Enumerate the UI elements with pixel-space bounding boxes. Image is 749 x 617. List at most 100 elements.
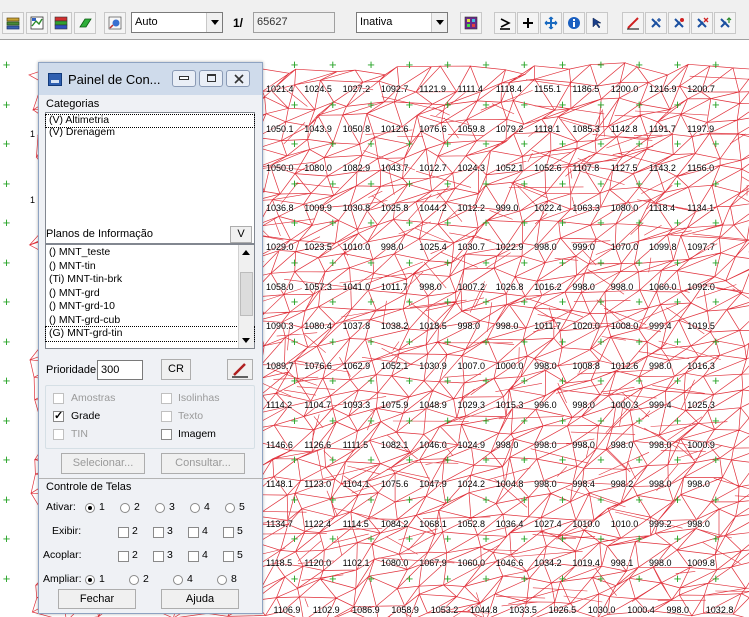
query-tool-button[interactable] — [104, 12, 126, 34]
elevation-label: 1047.9 — [419, 479, 447, 489]
categoria-item[interactable]: (V) Drenagem — [46, 126, 254, 139]
acoplar-checkbox-3[interactable] — [153, 551, 164, 562]
elevation-label: 1123.0 — [304, 479, 332, 489]
plano-item[interactable]: () MNT-grd-10 — [46, 300, 254, 314]
exibir-checkbox-2[interactable] — [118, 527, 129, 538]
ativar-radio-5[interactable] — [225, 503, 235, 513]
move-down-button[interactable] — [494, 12, 516, 34]
color-bar-button[interactable] — [50, 12, 72, 34]
ativar-radio-1[interactable] — [85, 503, 95, 513]
elevation-label: 1030.8 — [342, 202, 371, 213]
amostras-checkbox[interactable] — [53, 393, 64, 404]
delete-point-button[interactable] — [691, 12, 713, 34]
grade-checkbox[interactable] — [53, 409, 64, 422]
visibility-toggle-button[interactable]: V — [230, 226, 252, 243]
draw-line-button[interactable] — [622, 12, 644, 34]
ampliar-radio-8[interactable] — [217, 575, 227, 585]
maximize-button[interactable] — [199, 70, 223, 87]
grid-point: + — [290, 531, 299, 546]
exibir-checkbox-3[interactable] — [153, 527, 164, 538]
ampliar-radio-1[interactable] — [85, 575, 95, 585]
grid-point: + — [520, 570, 529, 586]
scroll-thumb[interactable] — [240, 272, 253, 316]
extra-tool-button[interactable] — [714, 12, 736, 34]
scroll-up-icon[interactable] — [239, 245, 254, 260]
texto-checkbox[interactable] — [161, 411, 172, 422]
grid-point: + — [520, 531, 529, 546]
elevation-label: 998.0 — [534, 439, 557, 450]
cursor-button[interactable] — [586, 12, 608, 34]
imagem-checkbox[interactable] — [161, 429, 172, 440]
add-point-button[interactable] — [645, 12, 667, 34]
ampliar-radio-4[interactable] — [173, 575, 183, 585]
grid-point: + — [712, 491, 720, 507]
selecionar-button[interactable]: Selecionar... — [61, 453, 145, 474]
cr-button[interactable]: CR — [161, 359, 191, 380]
map-view-button[interactable] — [26, 12, 48, 34]
exibir-checkbox-5[interactable] — [223, 527, 234, 538]
info-button[interactable] — [563, 12, 585, 34]
palette-button[interactable] — [460, 12, 482, 34]
tin-checkbox[interactable] — [53, 429, 64, 440]
pan-button[interactable] — [540, 12, 562, 34]
grid-point: + — [520, 491, 529, 507]
acoplar-checkbox-4[interactable] — [188, 551, 199, 562]
scale-field[interactable]: 65627 — [253, 12, 335, 33]
plano-item[interactable]: () MNT-grd — [46, 287, 254, 301]
ampliar-radio-label: 8 — [231, 573, 237, 585]
grid-point: + — [635, 254, 643, 270]
plano-item[interactable]: (Ti) MNT-tin-brk — [46, 273, 254, 287]
minimize-button[interactable] — [172, 70, 196, 87]
plano-item[interactable]: (G) MNT-grd-tin — [45, 326, 255, 342]
close-button[interactable] — [226, 70, 250, 87]
grid-point: + — [290, 373, 299, 388]
elevation-label: 1104.7 — [304, 400, 332, 410]
isolinhas-checkbox[interactable] — [161, 393, 172, 404]
texto-label: Texto — [178, 410, 204, 422]
grid-point: + — [2, 373, 11, 388]
categorias-list[interactable]: (V) Altimetria (V) Drenagem — [45, 112, 255, 244]
prioridade-input[interactable]: 300 — [97, 360, 143, 380]
planos-list[interactable]: () MNT_teste() MNT-tin (Ti) MNT-tin-brk()… — [45, 244, 255, 349]
eraser-button[interactable] — [74, 12, 96, 34]
grid-point: + — [597, 136, 605, 151]
ativar-radio-3[interactable] — [155, 503, 165, 513]
elevation-label: 1089.7 — [266, 360, 294, 371]
grid-point: + — [597, 412, 605, 428]
exibir-checkbox-4[interactable] — [188, 527, 199, 538]
elevation-label: 1099.8 — [649, 242, 677, 252]
layers-icon-button[interactable] — [2, 12, 24, 34]
edit-style-button[interactable] — [227, 359, 253, 380]
query-icon — [108, 16, 122, 30]
plano-item[interactable]: () MNT_teste — [46, 246, 254, 260]
grid-point: + — [558, 412, 567, 428]
grid-point: + — [520, 254, 529, 270]
chevron-down-icon — [206, 13, 222, 32]
ativar-radio-4[interactable] — [190, 503, 200, 513]
categoria-item[interactable]: (V) Altimetria — [45, 114, 255, 128]
panel-title-bar[interactable]: Painel de Con... — [39, 63, 262, 95]
acoplar-checkbox-5[interactable] — [223, 551, 234, 562]
consultar-button[interactable]: Consultar... — [161, 453, 245, 474]
separator — [39, 478, 262, 479]
plano-item[interactable]: () MNT-tin — [46, 260, 254, 274]
scroll-down-icon[interactable] — [239, 333, 254, 348]
elevation-label: 1024.3 — [457, 163, 486, 173]
grid-point: + — [290, 452, 299, 467]
ativar-radio-2[interactable] — [120, 503, 130, 513]
ampliar-radio-2[interactable] — [129, 575, 139, 585]
fechar-button[interactable]: Fechar — [58, 589, 136, 609]
grid-point: + — [558, 96, 567, 112]
plano-item[interactable]: () MNT-grd-cub — [46, 314, 254, 328]
grid-point: + — [712, 136, 720, 151]
acoplar-checkbox-2[interactable] — [118, 551, 129, 562]
mode-combo[interactable]: Auto — [131, 12, 223, 33]
planos-scrollbar[interactable] — [238, 245, 254, 348]
state-combo[interactable]: Inativa — [356, 12, 448, 33]
elevation-label: 1032.8 — [705, 605, 734, 615]
edit-point-button[interactable] — [668, 12, 690, 34]
elevation-label: 1126.6 — [304, 439, 332, 450]
elevation-label: 1025.4 — [419, 242, 447, 252]
ajuda-button[interactable]: Ajuda — [161, 589, 239, 609]
zoom-in-button[interactable] — [517, 12, 539, 34]
